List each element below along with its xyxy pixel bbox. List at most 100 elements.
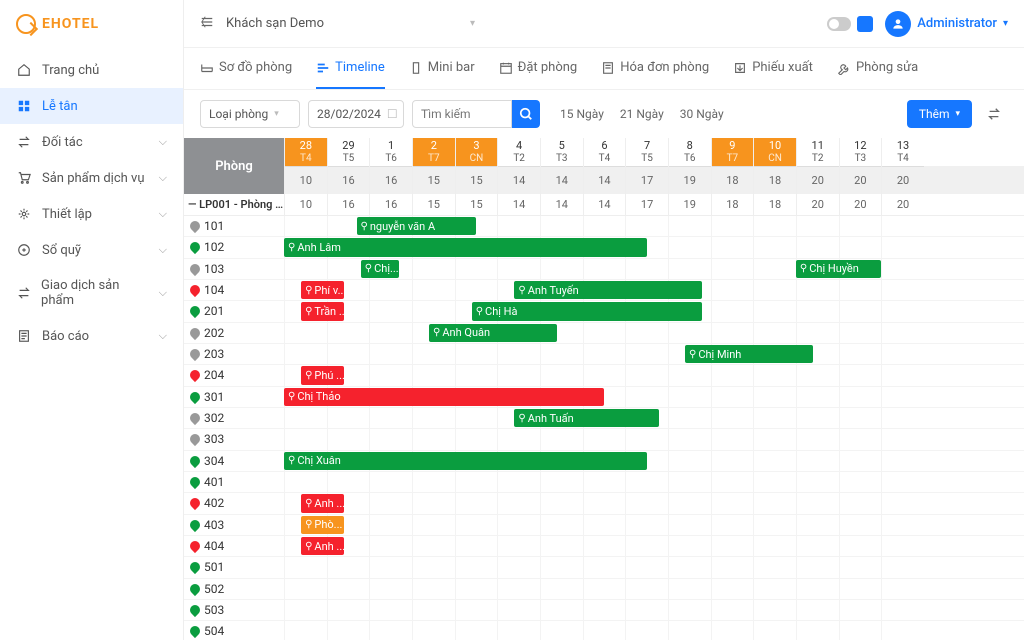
day-col-11[interactable]: 10CN bbox=[753, 138, 796, 166]
day-col-7[interactable]: 6T4 bbox=[583, 138, 626, 166]
booking-bar[interactable]: ⚲Chị... bbox=[361, 260, 399, 278]
person-icon: ⚲ bbox=[305, 285, 312, 296]
booking-bar[interactable]: ⚲Phò... bbox=[301, 516, 344, 534]
day-col-6[interactable]: 5T3 bbox=[540, 138, 583, 166]
search-button[interactable] bbox=[512, 100, 540, 128]
nav-label: Báo cáo bbox=[42, 329, 89, 344]
tab-5[interactable]: Phiếu xuất bbox=[733, 48, 813, 89]
sidebar-item-6[interactable]: Giao dịch sản phẩm⌵ bbox=[0, 268, 183, 318]
sidebar-item-7[interactable]: Báo cáo ⌵ bbox=[0, 318, 183, 354]
sidebar-item-0[interactable]: Trang chủ bbox=[0, 52, 183, 88]
day-col-12[interactable]: 11T2 bbox=[796, 138, 839, 166]
booking-bar[interactable]: ⚲Anh Tuyến bbox=[514, 281, 702, 299]
booking-bar[interactable]: ⚲Anh Lâm bbox=[284, 238, 647, 256]
swap-button[interactable] bbox=[980, 100, 1008, 128]
booking-bar[interactable]: ⚲Anh ... bbox=[301, 537, 344, 555]
date-picker[interactable]: 28/02/2024 ☐ bbox=[308, 100, 404, 128]
day-col-9[interactable]: 8T6 bbox=[668, 138, 711, 166]
room-label[interactable]: 201 bbox=[184, 301, 284, 321]
room-label[interactable]: 302 bbox=[184, 408, 284, 428]
logo-icon bbox=[16, 14, 36, 34]
toggle-switch[interactable] bbox=[827, 17, 851, 31]
booking-bar[interactable]: ⚲Chị Hà bbox=[472, 302, 702, 320]
room-label[interactable]: 203 bbox=[184, 344, 284, 364]
roomtype-select[interactable]: Loại phòng ▾ bbox=[200, 100, 300, 128]
room-label[interactable]: 101 bbox=[184, 216, 284, 236]
logo[interactable]: EHOTEL bbox=[0, 0, 183, 48]
sidebar-item-4[interactable]: Thiết lập⌵ bbox=[0, 196, 183, 232]
booking-bar[interactable]: ⚲Anh ... bbox=[301, 494, 344, 512]
room-label[interactable]: 303 bbox=[184, 429, 284, 449]
pin-icon bbox=[188, 326, 202, 340]
room-label[interactable]: 202 bbox=[184, 323, 284, 343]
room-label[interactable]: 502 bbox=[184, 579, 284, 599]
room-label[interactable]: 504 bbox=[184, 621, 284, 640]
booking-bar[interactable]: ⚲Chị Thảo bbox=[284, 388, 604, 406]
person-icon: ⚲ bbox=[800, 263, 807, 274]
tab-2[interactable]: Mini bar bbox=[409, 48, 475, 89]
room-group[interactable]: — LP001 - Phòng đôi101616151514141417191… bbox=[184, 194, 1024, 216]
room-label[interactable]: 304 bbox=[184, 451, 284, 471]
pin-icon bbox=[188, 390, 202, 404]
count-header-14: 20 bbox=[881, 166, 924, 194]
sidebar-item-3[interactable]: Sản phẩm dịch vụ⌵ bbox=[0, 160, 183, 196]
chevron-down-icon: ⌵ bbox=[159, 329, 167, 343]
tab-3[interactable]: Đặt phòng bbox=[499, 48, 578, 89]
booking-bar[interactable]: ⚲Chị Minh bbox=[685, 345, 813, 363]
room-label[interactable]: 204 bbox=[184, 365, 284, 385]
booking-bar[interactable]: ⚲Chị Huyền bbox=[796, 260, 881, 278]
day-col-4[interactable]: 3CN bbox=[455, 138, 498, 166]
timeline[interactable]: Phòng 28T429T51T62T73CN4T25T36T47T58T69T… bbox=[184, 138, 1024, 640]
room-row: 404 ⚲Anh ... bbox=[184, 536, 1024, 557]
range-1[interactable]: 21 Ngày bbox=[620, 107, 664, 121]
sidebar-item-2[interactable]: Đối tác⌵ bbox=[0, 124, 183, 160]
day-col-2[interactable]: 1T6 bbox=[369, 138, 412, 166]
booking-label: Anh Quân bbox=[442, 326, 490, 339]
theme-toggle[interactable] bbox=[827, 16, 873, 32]
day-col-14[interactable]: 13T4 bbox=[881, 138, 924, 166]
tab-0[interactable]: Sơ đồ phòng bbox=[200, 48, 292, 89]
user-menu[interactable]: Administrator ▾ bbox=[885, 11, 1008, 37]
booking-bar[interactable]: ⚲Phú ... bbox=[301, 366, 344, 384]
toolbar: Loại phòng ▾ 28/02/2024 ☐ 15 Ngày 21 Ngày… bbox=[184, 90, 1024, 138]
sidebar-item-5[interactable]: Sổ quỹ⌵ bbox=[0, 232, 183, 268]
booking-bar[interactable]: ⚲Trần ... bbox=[301, 302, 344, 320]
room-label[interactable]: 104 bbox=[184, 280, 284, 300]
nav-label: Sổ quỹ bbox=[42, 243, 81, 258]
day-col-5[interactable]: 4T2 bbox=[497, 138, 540, 166]
booking-bar[interactable]: ⚲Chị Xuân bbox=[284, 452, 647, 470]
room-label[interactable]: 301 bbox=[184, 387, 284, 407]
booking-bar[interactable]: ⚲Anh Tuấn bbox=[514, 409, 659, 427]
day-col-3[interactable]: 2T7 bbox=[412, 138, 455, 166]
search-input[interactable] bbox=[412, 100, 512, 128]
sidebar-item-1[interactable]: Lễ tân bbox=[0, 88, 183, 124]
tab-6[interactable]: Phòng sửa bbox=[837, 48, 918, 89]
room-label[interactable]: 501 bbox=[184, 557, 284, 577]
add-button[interactable]: Thêm ▾ bbox=[907, 100, 972, 128]
booking-bar[interactable]: ⚲Anh Quân bbox=[429, 324, 557, 342]
room-label[interactable]: 403 bbox=[184, 515, 284, 535]
day-col-0[interactable]: 28T4 bbox=[284, 138, 327, 166]
tab-1[interactable]: Timeline bbox=[316, 48, 385, 89]
room-label[interactable]: 402 bbox=[184, 493, 284, 513]
chevron-down-icon: ▾ bbox=[1003, 18, 1008, 29]
tab-4[interactable]: Hóa đơn phòng bbox=[601, 48, 709, 89]
day-col-8[interactable]: 7T5 bbox=[625, 138, 668, 166]
range-0[interactable]: 15 Ngày bbox=[560, 107, 604, 121]
day-col-13[interactable]: 12T3 bbox=[839, 138, 882, 166]
booking-bar[interactable]: ⚲nguyễn văn A bbox=[357, 217, 476, 235]
count-header-6: 14 bbox=[540, 166, 583, 194]
room-label[interactable]: 503 bbox=[184, 600, 284, 620]
room-label[interactable]: 404 bbox=[184, 536, 284, 556]
room-label[interactable]: 401 bbox=[184, 472, 284, 492]
day-col-1[interactable]: 29T5 bbox=[327, 138, 370, 166]
tab-label: Timeline bbox=[335, 60, 385, 75]
pin-icon bbox=[188, 582, 202, 596]
booking-bar[interactable]: ⚲Phí v... bbox=[301, 281, 344, 299]
range-2[interactable]: 30 Ngày bbox=[680, 107, 724, 121]
room-label[interactable]: 103 bbox=[184, 259, 284, 279]
hotel-selector[interactable]: Khách sạn Demo ▾ bbox=[226, 16, 475, 31]
room-label[interactable]: 102 bbox=[184, 237, 284, 257]
day-col-10[interactable]: 9T7 bbox=[711, 138, 754, 166]
menu-toggle-icon[interactable] bbox=[200, 14, 214, 33]
